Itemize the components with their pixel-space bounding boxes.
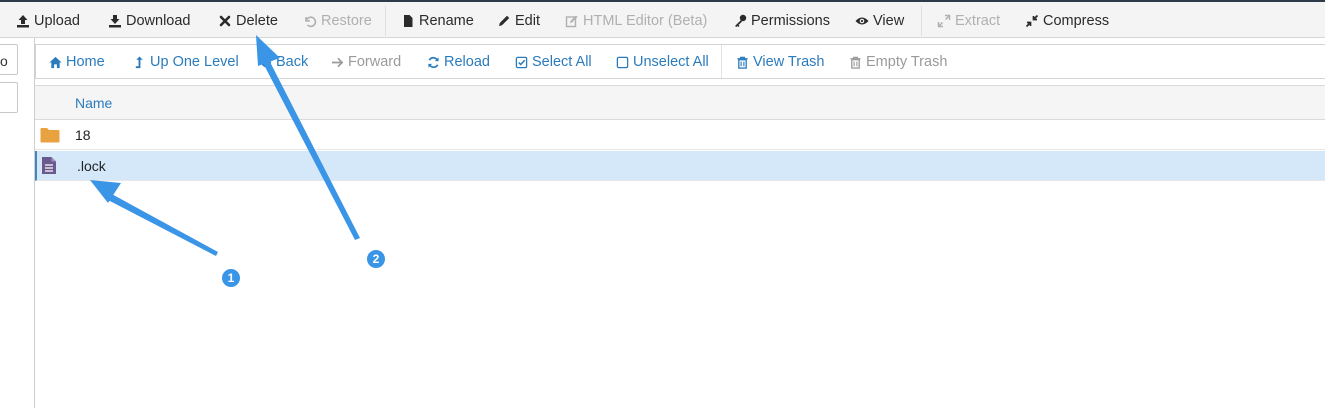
file-icon <box>404 15 413 27</box>
compress-label: Compress <box>1043 13 1110 29</box>
back-button[interactable]: Back <box>259 53 308 71</box>
forward-label: Forward <box>348 54 402 70</box>
view-label: View <box>873 13 905 29</box>
view-button[interactable]: View <box>855 11 904 31</box>
navigation-toolbar: Home Up One Level Back Forward Reload Se… <box>35 44 1325 79</box>
search-input[interactable] <box>0 82 18 113</box>
arrow-left-icon <box>259 57 272 67</box>
html-editor-label: HTML Editor (Beta) <box>583 13 708 29</box>
toolbar-divider <box>721 45 722 78</box>
level-up-icon <box>135 55 143 68</box>
select-all-label: Select All <box>532 54 592 70</box>
file-list-table: Name 18 .lock <box>35 85 1325 408</box>
table-row[interactable]: 18 <box>35 120 1325 150</box>
compress-icon <box>1025 14 1039 28</box>
restore-button[interactable]: Restore <box>303 11 372 31</box>
toolbar-divider <box>921 6 922 36</box>
html-editor-button[interactable]: HTML Editor (Beta) <box>565 11 707 31</box>
checkbox-checked-icon <box>515 56 528 68</box>
trash-icon <box>850 56 861 69</box>
annotation-badge-2: 2 <box>365 248 387 270</box>
empty-trash-button[interactable]: Empty Trash <box>849 53 947 71</box>
rename-label: Rename <box>419 13 474 29</box>
view-trash-label: View Trash <box>753 54 825 70</box>
home-label: Home <box>66 54 105 70</box>
toolbar-divider <box>385 6 386 36</box>
folder-icon <box>40 128 60 143</box>
reload-button[interactable]: Reload <box>427 53 490 71</box>
restore-label: Restore <box>321 13 372 29</box>
up-one-level-label: Up One Level <box>150 54 239 70</box>
annotation-badge-1: 1 <box>220 267 242 289</box>
close-icon <box>219 15 231 27</box>
pencil-icon <box>499 15 510 26</box>
home-button[interactable]: Home <box>49 53 105 71</box>
compress-button[interactable]: Compress <box>1025 11 1109 31</box>
edit-button[interactable]: Edit <box>497 11 540 31</box>
permissions-label: Permissions <box>751 13 830 29</box>
download-button[interactable]: Download <box>108 11 191 31</box>
file-manager-toolbar: Upload Download Delete Restore Rename Ed… <box>0 0 1325 38</box>
go-button[interactable]: o <box>0 53 8 69</box>
checkbox-empty-icon <box>616 56 629 68</box>
select-all-button[interactable]: Select All <box>515 53 592 71</box>
permissions-button[interactable]: Permissions <box>733 11 830 31</box>
unselect-all-label: Unselect All <box>633 54 709 70</box>
back-label: Back <box>276 54 309 70</box>
delete-button[interactable]: Delete <box>218 11 278 31</box>
delete-label: Delete <box>236 13 278 29</box>
edit-square-icon <box>565 15 578 28</box>
upload-button[interactable]: Upload <box>16 11 80 31</box>
key-icon <box>735 14 747 27</box>
trash-icon <box>737 56 748 69</box>
file-name: .lock <box>77 158 106 174</box>
view-trash-button[interactable]: View Trash <box>736 53 824 71</box>
reload-label: Reload <box>444 54 490 70</box>
home-icon <box>49 56 62 68</box>
name-column-header[interactable]: Name <box>75 95 112 111</box>
file-text-icon <box>42 157 56 174</box>
table-header: Name <box>35 85 1325 120</box>
up-one-level-button[interactable]: Up One Level <box>133 53 239 71</box>
file-name: 18 <box>75 127 91 143</box>
directory-tree-pane: o <box>0 38 35 408</box>
upload-icon <box>17 15 29 28</box>
download-icon <box>109 15 121 28</box>
forward-button[interactable]: Forward <box>331 53 401 71</box>
eye-icon <box>855 17 869 25</box>
rename-button[interactable]: Rename <box>401 11 474 31</box>
expand-icon <box>937 14 951 28</box>
upload-label: Upload <box>34 13 80 29</box>
extract-button[interactable]: Extract <box>937 11 1000 31</box>
empty-trash-label: Empty Trash <box>866 54 948 70</box>
edit-label: Edit <box>515 13 540 29</box>
table-row[interactable]: .lock <box>35 151 1325 181</box>
unselect-all-button[interactable]: Unselect All <box>616 53 709 71</box>
extract-label: Extract <box>955 13 1001 29</box>
undo-icon <box>305 16 317 28</box>
refresh-icon <box>428 56 439 68</box>
arrow-right-icon <box>331 57 344 67</box>
download-label: Download <box>126 13 191 29</box>
